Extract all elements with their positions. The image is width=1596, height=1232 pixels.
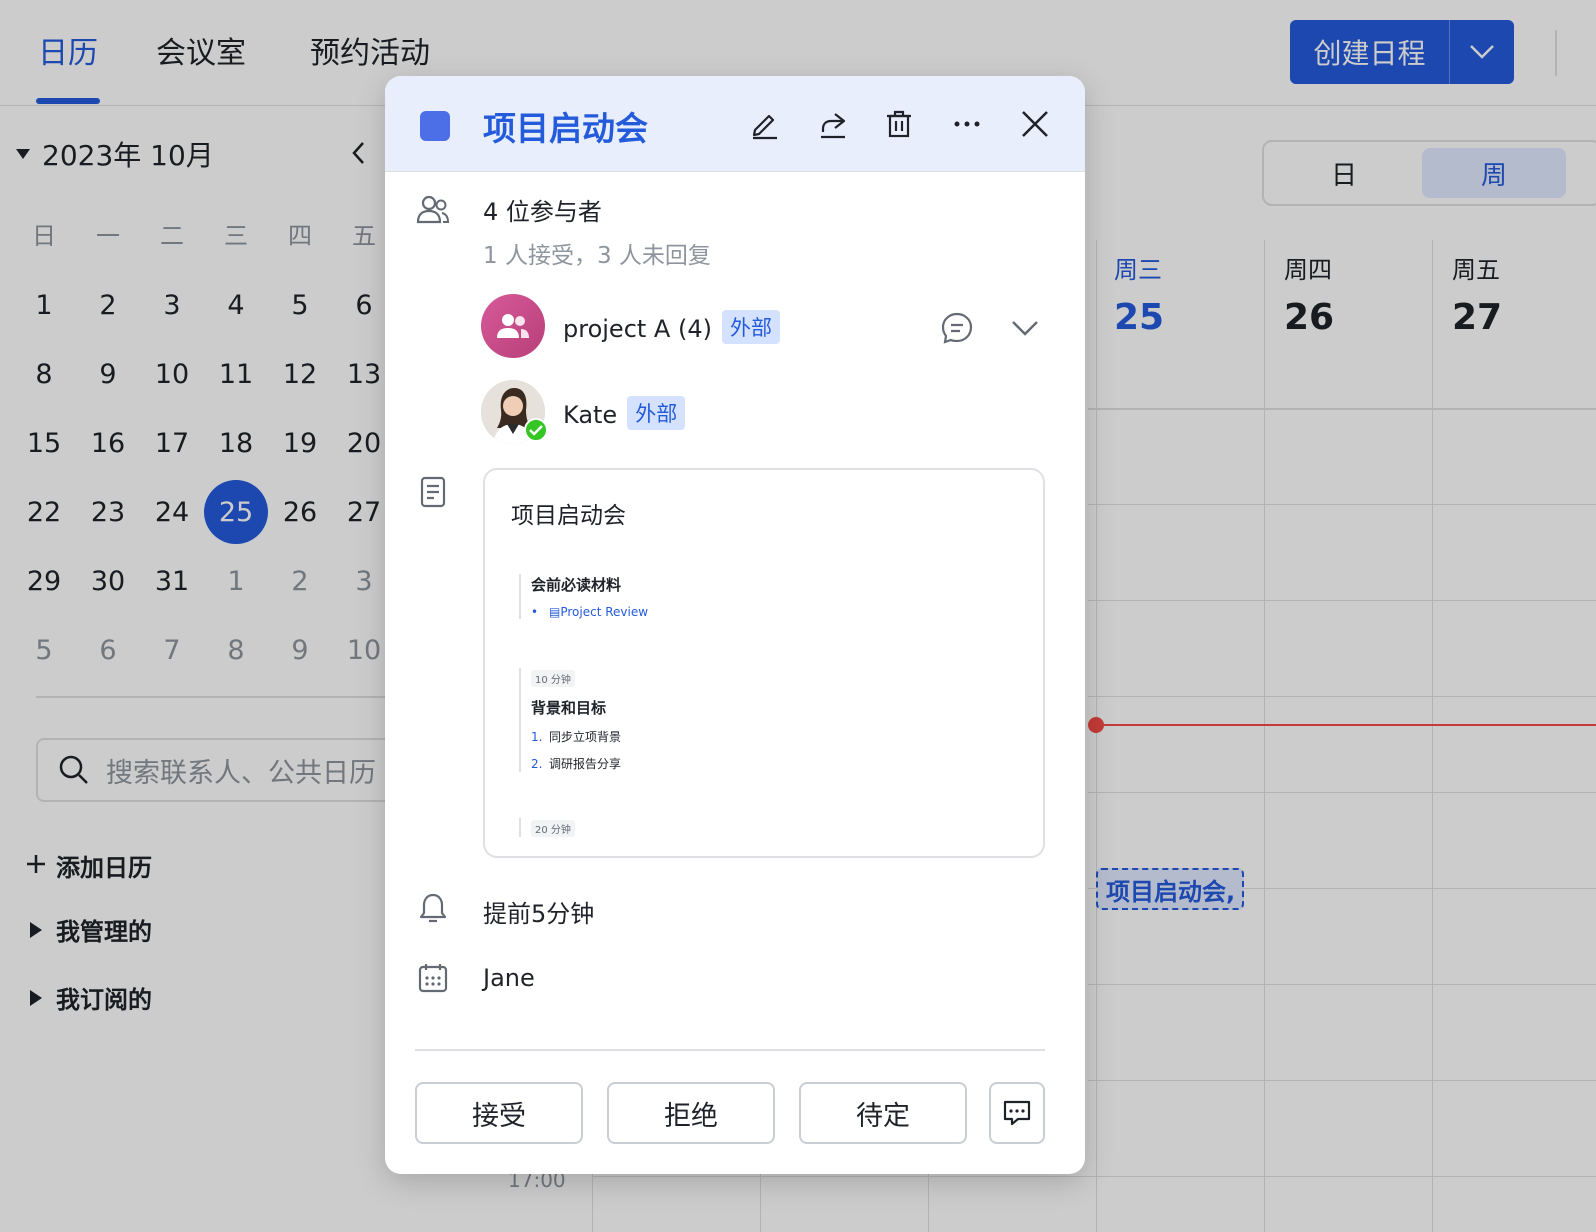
event-color-swatch [420,111,450,141]
chat-bubble-icon [941,312,973,344]
doc-list-item: • ▤ Project Review [531,605,648,619]
calendar-app: 日历 会议室 预约活动 创建日程 2023年 10月 日 一 二 三 四 五 1… [0,0,1596,1232]
close-button[interactable] [1015,104,1055,144]
share-icon [821,113,846,139]
calendar-owner: Jane [483,964,535,992]
share-button[interactable] [813,104,853,144]
list-text: 调研报告分享 [549,757,622,771]
edit-button[interactable] [745,104,785,144]
calendar-icon [418,964,448,993]
group-avatar[interactable] [481,294,545,358]
attendee-name-kate[interactable]: Kate 外部 [563,396,686,430]
doc-list-item: 2. 调研报告分享 [531,755,621,772]
attendee-name: Kate [563,401,618,429]
attendee-row-kate: Kate 外部 [385,380,1085,446]
attendee-name: project A (4) [563,315,712,343]
attendees-icon [416,195,450,224]
doc-section-title: 会前必读材料 [531,576,622,594]
event-title: 项目启动会 [483,109,648,148]
doc-section-title: 背景和目标 [531,699,607,717]
list-number: 1. [531,729,543,744]
duration-tag: 20 分钟 [531,820,575,837]
attendees-count[interactable]: 4 位参与者 [483,192,602,227]
chevron-down-icon [1012,321,1038,336]
decline-button[interactable]: 拒绝 [607,1082,775,1144]
group-icon [497,314,529,338]
message-group-button[interactable] [939,310,975,346]
doc-section-background: 10 分钟 背景和目标 1. 同步立项背景 2. 调研报告分享 [519,668,621,772]
bell-icon [419,893,447,923]
trash-icon [887,110,911,138]
list-number: 2. [531,756,543,771]
doc-link-icon: ▤ [549,605,561,619]
doc-link[interactable]: Project Review [560,605,648,619]
doc-section-next: 20 分钟 [519,818,575,837]
popup-divider [415,1049,1045,1051]
comment-icon [1003,1100,1031,1126]
event-detail-popup: 项目启动会 4 位参与者 1 人接受，3 人未回复 project A (4) … [385,76,1085,1174]
attendee-name-group[interactable]: project A (4) 外部 [563,310,780,344]
reminder-text: 提前5分钟 [483,900,595,928]
duration-tag: 10 分钟 [531,670,575,687]
accept-button[interactable]: 接受 [415,1082,583,1144]
pencil-icon [752,114,777,140]
doc-section-reading: 会前必读材料 • ▤ Project Review [519,574,648,619]
delete-button[interactable] [879,104,919,144]
expand-group-button[interactable] [1007,310,1043,346]
more-button[interactable] [947,104,987,144]
external-badge: 外部 [627,396,686,430]
reply-comment-button[interactable] [989,1082,1045,1144]
external-badge: 外部 [721,310,780,344]
doc-list-item: 1. 同步立项背景 [531,728,621,745]
popup-header: 项目启动会 [385,76,1085,172]
document-icon [420,476,446,508]
list-text: 同步立项背景 [549,730,622,744]
doc-preview-card[interactable]: 项目启动会 会前必读材料 • ▤ Project Review 10 分钟 背景… [483,468,1045,858]
tentative-button[interactable]: 待定 [799,1082,967,1144]
doc-title: 项目启动会 [511,503,626,529]
close-icon [1022,111,1048,137]
accepted-check-icon [524,418,548,442]
bullet-icon: • [531,605,539,619]
more-icon [954,121,980,127]
attendees-status: 1 人接受，3 人未回复 [483,243,711,269]
